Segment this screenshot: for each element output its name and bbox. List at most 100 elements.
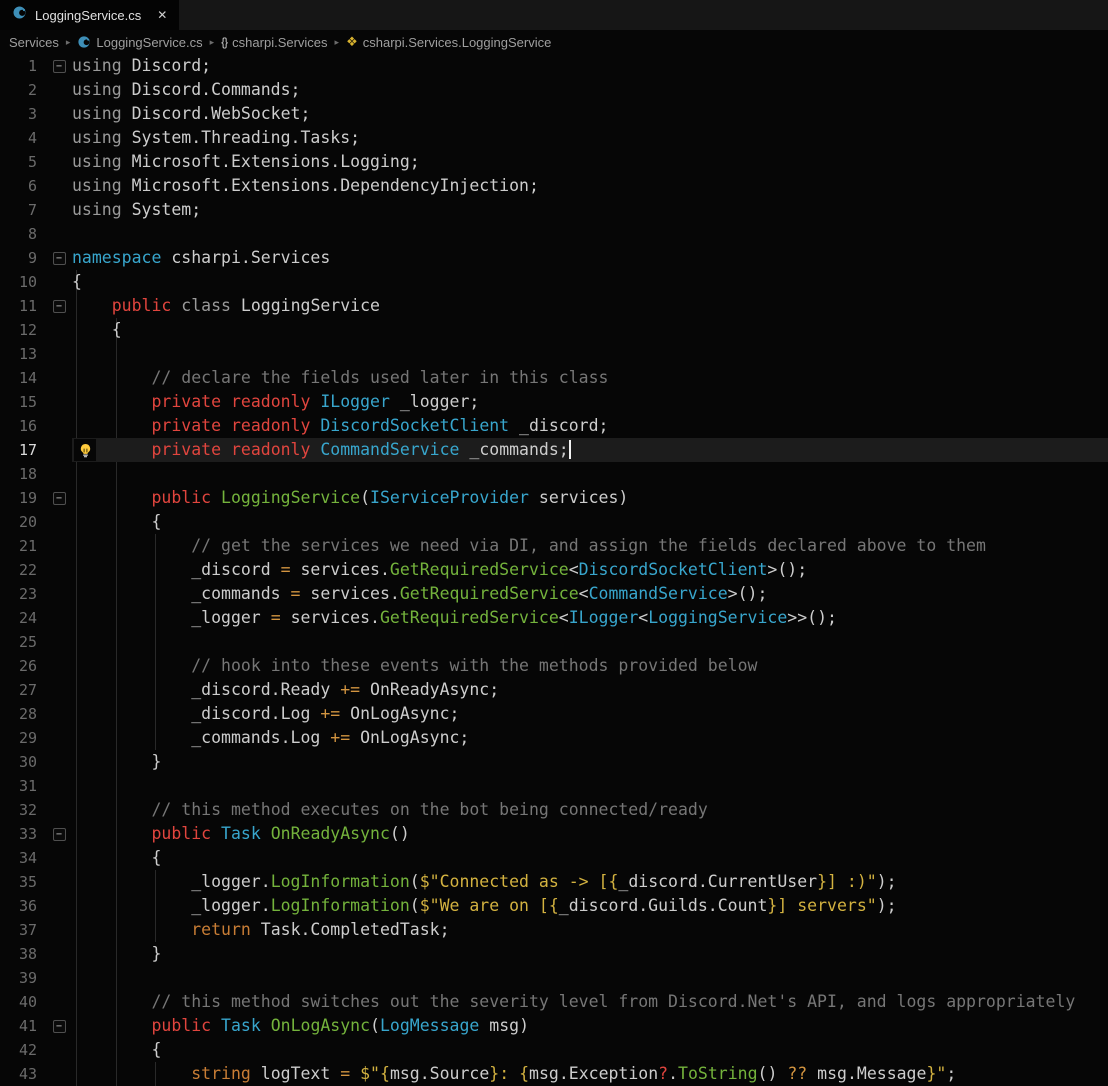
line-number[interactable]: 30	[0, 750, 46, 774]
line-number[interactable]: 8	[0, 222, 46, 246]
code-line-content[interactable]	[72, 222, 1108, 246]
line-number[interactable]: 37	[0, 918, 46, 942]
line-number[interactable]: 26	[0, 654, 46, 678]
code-line-content[interactable]: // this method switches out the severity…	[72, 990, 1108, 1014]
line-number[interactable]: 20	[0, 510, 46, 534]
line-number[interactable]: 1	[0, 54, 46, 78]
code-line-content[interactable]: {	[72, 1038, 1108, 1062]
fold-collapse-icon[interactable]: −	[53, 492, 66, 505]
code-line-content[interactable]: {	[72, 318, 1108, 342]
code-line-content[interactable]	[72, 462, 1108, 486]
code-line-content[interactable]: {	[72, 270, 1108, 294]
line-number[interactable]: 12	[0, 318, 46, 342]
fold-collapse-icon[interactable]: −	[53, 1020, 66, 1033]
line-number[interactable]: 41	[0, 1014, 46, 1038]
breadcrumb-item[interactable]: Services	[9, 35, 59, 50]
line-number[interactable]: 2	[0, 78, 46, 102]
code-line-content[interactable]: }	[72, 750, 1108, 774]
line-number[interactable]: 38	[0, 942, 46, 966]
code-line-content[interactable]: using Discord.Commands;	[72, 78, 1108, 102]
line-number[interactable]: 13	[0, 342, 46, 366]
tab-loggingservice[interactable]: LoggingService.cs ✕	[0, 0, 179, 30]
line-number[interactable]: 7	[0, 198, 46, 222]
code-line-content[interactable]: public Task OnLogAsync(LogMessage msg)	[72, 1014, 1108, 1038]
code-line-content[interactable]: _commands.Log += OnLogAsync;	[72, 726, 1108, 750]
line-number[interactable]: 31	[0, 774, 46, 798]
line-number[interactable]: 5	[0, 150, 46, 174]
line-number[interactable]: 29	[0, 726, 46, 750]
line-number[interactable]: 36	[0, 894, 46, 918]
fold-collapse-icon[interactable]: −	[53, 252, 66, 265]
breadcrumb-item[interactable]: {}csharpi.Services	[221, 35, 327, 50]
code-line-content[interactable]: _logger.LogInformation($"We are on [{_di…	[72, 894, 1108, 918]
breadcrumb-item[interactable]: LoggingService.cs	[77, 35, 202, 50]
code-line-content[interactable]	[72, 966, 1108, 990]
code-line-content[interactable]: {	[72, 846, 1108, 870]
code-line-content[interactable]: public Task OnReadyAsync()	[72, 822, 1108, 846]
code-line-content[interactable]: // this method executes on the bot being…	[72, 798, 1108, 822]
fold-collapse-icon[interactable]: −	[53, 60, 66, 73]
code-line-content[interactable]: return Task.CompletedTask;	[72, 918, 1108, 942]
line-number[interactable]: 11	[0, 294, 46, 318]
line-number[interactable]: 25	[0, 630, 46, 654]
code-line-content[interactable]: _discord = services.GetRequiredService<D…	[72, 558, 1108, 582]
code-line-content[interactable]: namespace csharpi.Services	[72, 246, 1108, 270]
code-line-content[interactable]	[72, 342, 1108, 366]
line-number[interactable]: 6	[0, 174, 46, 198]
line-number[interactable]: 39	[0, 966, 46, 990]
line-number[interactable]: 4	[0, 126, 46, 150]
line-number[interactable]: 43	[0, 1062, 46, 1086]
line-number[interactable]: 32	[0, 798, 46, 822]
code-line-content[interactable]: // hook into these events with the metho…	[72, 654, 1108, 678]
code-line-content[interactable]: }	[72, 942, 1108, 966]
code-line-content[interactable]: private readonly DiscordSocketClient _di…	[72, 414, 1108, 438]
line-number[interactable]: 19	[0, 486, 46, 510]
line-number[interactable]: 24	[0, 606, 46, 630]
code-line-content[interactable]: // get the services we need via DI, and …	[72, 534, 1108, 558]
line-number[interactable]: 28	[0, 702, 46, 726]
line-number[interactable]: 22	[0, 558, 46, 582]
lightbulb-icon[interactable]	[74, 439, 96, 461]
line-number[interactable]: 34	[0, 846, 46, 870]
fold-collapse-icon[interactable]: −	[53, 828, 66, 841]
code-line-content[interactable]: using Microsoft.Extensions.Logging;	[72, 150, 1108, 174]
code-line-content[interactable]: public class LoggingService	[72, 294, 1108, 318]
line-number[interactable]: 40	[0, 990, 46, 1014]
code-line-content[interactable]: private readonly CommandService _command…	[72, 438, 1108, 462]
code-line-content[interactable]: public LoggingService(IServiceProvider s…	[72, 486, 1108, 510]
line-number[interactable]: 27	[0, 678, 46, 702]
code-line-content[interactable]: _logger = services.GetRequiredService<IL…	[72, 606, 1108, 630]
line-number[interactable]: 23	[0, 582, 46, 606]
code-line-content[interactable]: private readonly ILogger _logger;	[72, 390, 1108, 414]
line-number[interactable]: 17	[0, 438, 46, 462]
line-number[interactable]: 33	[0, 822, 46, 846]
code-line-content[interactable]: using Microsoft.Extensions.DependencyInj…	[72, 174, 1108, 198]
code-line-content[interactable]: // declare the fields used later in this…	[72, 366, 1108, 390]
breadcrumb-item[interactable]: ❖csharpi.Services.LoggingService	[346, 34, 551, 50]
code-line-content[interactable]: _logger.LogInformation($"Connected as ->…	[72, 870, 1108, 894]
code-line-content[interactable]: _discord.Ready += OnReadyAsync;	[72, 678, 1108, 702]
code-line-content[interactable]: using Discord.WebSocket;	[72, 102, 1108, 126]
code-line-content[interactable]	[72, 630, 1108, 654]
code-line-content[interactable]: using System.Threading.Tasks;	[72, 126, 1108, 150]
code-line-content[interactable]	[72, 774, 1108, 798]
fold-collapse-icon[interactable]: −	[53, 300, 66, 313]
close-tab-icon[interactable]: ✕	[157, 8, 167, 22]
code-line-content[interactable]: _discord.Log += OnLogAsync;	[72, 702, 1108, 726]
line-number[interactable]: 18	[0, 462, 46, 486]
line-number[interactable]: 10	[0, 270, 46, 294]
line-number[interactable]: 42	[0, 1038, 46, 1062]
code-line: 23 _commands = services.GetRequiredServi…	[0, 582, 1108, 606]
code-line-content[interactable]: using System;	[72, 198, 1108, 222]
line-number[interactable]: 21	[0, 534, 46, 558]
code-line-content[interactable]: _commands = services.GetRequiredService<…	[72, 582, 1108, 606]
line-number[interactable]: 3	[0, 102, 46, 126]
code-line-content[interactable]: {	[72, 510, 1108, 534]
line-number[interactable]: 9	[0, 246, 46, 270]
line-number[interactable]: 15	[0, 390, 46, 414]
code-line-content[interactable]: string logText = $"{msg.Source}: {msg.Ex…	[72, 1062, 1108, 1086]
code-line-content[interactable]: using Discord;	[72, 54, 1108, 78]
line-number[interactable]: 14	[0, 366, 46, 390]
line-number[interactable]: 16	[0, 414, 46, 438]
line-number[interactable]: 35	[0, 870, 46, 894]
